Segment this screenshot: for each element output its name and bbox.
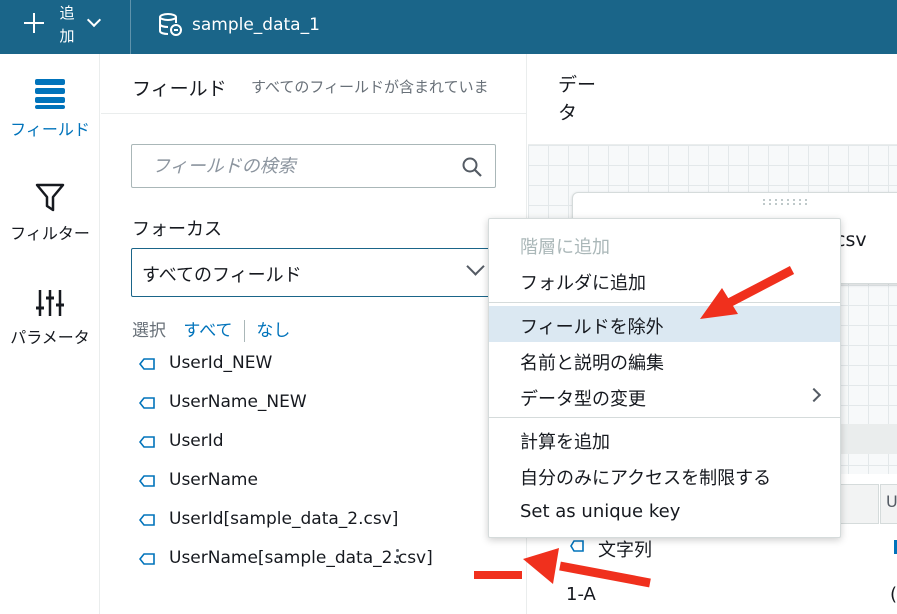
add-button-label: 追加	[59, 4, 75, 45]
field-name: UserId[sample_data_2.csv]	[169, 509, 399, 529]
selection-row: 選択 すべて なし	[132, 316, 290, 342]
field-item[interactable]: UserId_NEW	[137, 344, 527, 383]
menu-item-label: 自分のみにアクセスを制限する	[520, 468, 772, 489]
search-icon	[462, 157, 482, 177]
menu-item-label: 計算を追加	[520, 432, 610, 453]
menu-item-change-data-type[interactable]: データ型の変更	[489, 378, 840, 414]
menu-item-add-calculation[interactable]: 計算を追加	[489, 421, 840, 457]
cell-value: (	[890, 584, 897, 605]
dimension-tag-icon	[139, 397, 155, 409]
left-rail: フィールド フィルター パラメータ	[0, 54, 100, 614]
filter-icon	[35, 183, 65, 212]
add-button[interactable]: 追加	[14, 0, 114, 54]
divider	[130, 0, 131, 54]
search-input[interactable]	[132, 145, 452, 187]
annotation-marker	[474, 571, 522, 579]
plus-icon	[24, 13, 44, 33]
field-name: UserId	[169, 431, 224, 451]
dataset-name[interactable]: sample_data_1	[192, 15, 320, 35]
menu-item-label: データ型の変更	[520, 389, 646, 410]
focus-label: フォーカス	[132, 219, 222, 240]
field-list: UserId_NEW UserName_NEW UserId UserName …	[137, 344, 527, 578]
menu-item-label: フィールドを除外	[520, 317, 664, 338]
focus-select[interactable]: すべてのフィールド	[131, 248, 496, 297]
panel-header: フィールド すべてのフィールドが含まれていま	[101, 54, 527, 114]
menu-item-label: 階層に追加	[520, 237, 610, 258]
more-actions-icon[interactable]	[393, 549, 401, 567]
rail-fields-label: フィールド	[10, 120, 90, 139]
field-name: UserId_NEW	[169, 353, 273, 373]
dimension-tag-icon	[139, 514, 155, 526]
chevron-right-icon	[806, 387, 822, 403]
dimension-tag-icon	[139, 358, 155, 370]
search-box	[131, 144, 496, 188]
field-item[interactable]: UserName_NEW	[137, 383, 527, 422]
sliders-icon	[36, 290, 64, 316]
field-item[interactable]: UserId[sample_data_2.csv]	[137, 500, 527, 539]
data-type-label: 文字列	[598, 540, 652, 561]
dimension-tag-icon	[139, 475, 155, 487]
focus-select-value: すべてのフィールド	[142, 265, 302, 286]
rail-item-parameters[interactable]: パラメータ	[0, 288, 100, 348]
menu-item-label: 名前と説明の編集	[520, 353, 664, 374]
menu-divider	[489, 302, 840, 303]
select-label: 選択	[132, 321, 166, 341]
rail-item-filter[interactable]: フィルター	[0, 182, 100, 244]
database-icon	[159, 13, 182, 36]
chevron-down-icon	[86, 12, 102, 28]
fields-panel: フィールド すべてのフィールドが含まれていま フォーカス すべてのフィールド 選…	[101, 54, 527, 614]
dimension-tag-icon	[570, 540, 584, 552]
divider	[243, 320, 245, 342]
field-item[interactable]: UserName[sample_data_2.csv]	[137, 539, 527, 578]
panel-subtitle: すべてのフィールドが含まれていま	[251, 78, 489, 96]
dimension-tag-icon	[139, 436, 155, 448]
field-name: UserName	[169, 470, 258, 490]
field-item[interactable]: UserId	[137, 422, 527, 461]
panel-title: フィールド	[132, 78, 227, 100]
select-none-link[interactable]: なし	[256, 321, 290, 341]
menu-item-exclude-field[interactable]: フィールドを除外	[489, 306, 840, 342]
menu-item-restrict-access[interactable]: 自分のみにアクセスを制限する	[489, 457, 840, 493]
drag-handle-icon[interactable]	[761, 198, 807, 206]
fields-icon	[35, 79, 65, 109]
field-name: UserName_NEW	[169, 392, 307, 412]
menu-item-edit-name[interactable]: 名前と説明の編集	[489, 342, 840, 378]
chevron-down-icon	[466, 257, 485, 276]
data-title: データ	[558, 74, 597, 124]
dimension-tag-icon	[139, 553, 155, 565]
cell-value: 1-A	[566, 584, 596, 605]
select-all-link[interactable]: すべて	[183, 321, 232, 341]
menu-item-label: フォルダに追加	[520, 273, 646, 294]
menu-divider	[489, 417, 840, 418]
menu-item-add-to-hierarchy: 階層に追加	[489, 226, 840, 262]
rail-params-label: パラメータ	[10, 328, 90, 347]
column-header-label: U	[886, 492, 897, 511]
context-menu: 階層に追加 フォルダに追加 フィールドを除外 名前と説明の編集 データ型の変更 …	[488, 218, 841, 538]
rail-item-fields[interactable]: フィールド	[0, 76, 100, 140]
menu-item-set-unique-key[interactable]: Set as unique key	[489, 494, 840, 530]
top-bar: 追加 sample_data_1	[0, 0, 897, 54]
menu-item-add-to-folder[interactable]: フォルダに追加	[489, 262, 840, 298]
field-item[interactable]: UserName	[137, 461, 527, 500]
rail-filter-label: フィルター	[10, 224, 90, 243]
menu-item-label: Set as unique key	[520, 501, 681, 522]
